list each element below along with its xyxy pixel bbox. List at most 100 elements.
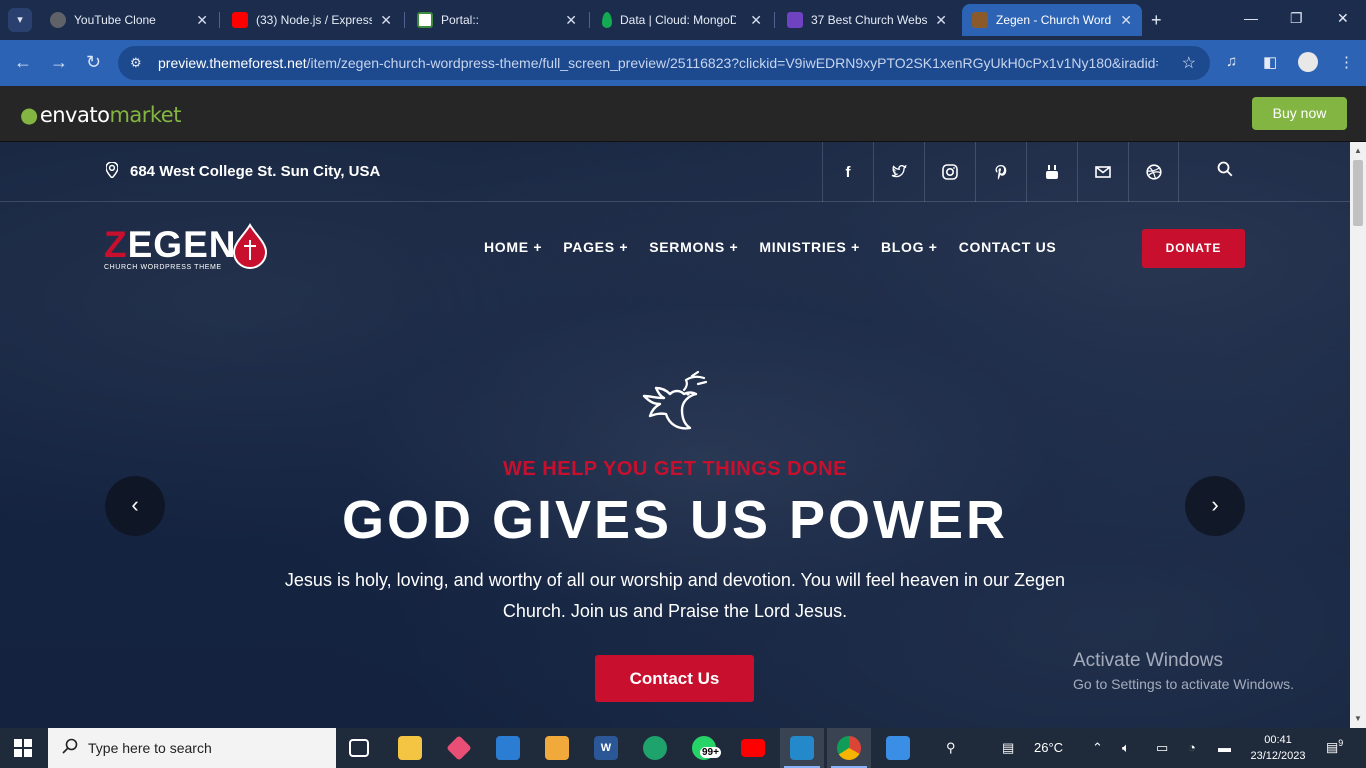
chevron-up-icon[interactable]: ⌃ [1092,740,1103,756]
youtube-icon[interactable] [1026,142,1077,202]
main-nav: HOME + PAGES + SERMONS + MINISTRIES + BL… [484,239,1077,255]
donate-button[interactable]: DONATE [1142,229,1245,268]
church-address: 684 West College St. Sun City, USA [105,161,380,181]
taskbar-clock[interactable]: 00:41 23/12/2023 [1248,732,1308,764]
tab-church-websites[interactable]: 37 Best Church Webs ✕ [777,4,957,36]
slider-prev-button[interactable]: ‹ [105,476,165,536]
tab-title: Zegen - Church Word [996,13,1112,27]
envato-logo[interactable]: ●envatomarket [20,103,181,127]
address-bar[interactable]: ⚙ preview.themeforest.net/item/zegen-chu… [118,46,1210,80]
dribbble-icon[interactable] [1128,142,1179,202]
nav-pages[interactable]: PAGES + [563,239,628,255]
scroll-up-icon[interactable]: ▲ [1354,146,1362,155]
forward-button[interactable]: → [50,52,68,73]
search-icon[interactable] [1217,161,1233,182]
mongodb-leaf-icon [602,12,612,28]
chrome-icon[interactable] [837,736,861,760]
twitter-icon[interactable] [873,142,924,202]
new-tab-button[interactable]: + [1151,10,1162,31]
close-tab-icon[interactable]: ✕ [380,12,392,29]
tab-title: (33) Node.js / Express [256,13,372,27]
tab-zegen[interactable]: Zegen - Church Word ✕ [962,4,1142,36]
envato-favicon-icon [972,12,988,28]
tab-separator [589,12,590,28]
page-scrollbar[interactable]: ▲ ▼ [1350,142,1366,728]
globe-icon [50,12,66,28]
speaker-icon[interactable]: 🔈︎ [1122,740,1130,756]
tab-youtube-clone[interactable]: YouTube Clone ✕ [40,4,218,36]
git-icon[interactable] [446,735,472,761]
photos-icon[interactable] [886,736,910,760]
tab-search-button[interactable]: ▾ [8,8,32,32]
windows-start-icon[interactable] [14,739,32,757]
notification-count: 9 [1338,738,1344,748]
envato-leaf-icon: ● [20,103,38,127]
envato-market-bar: ●envatomarket Buy now [0,86,1366,142]
site-info-icon[interactable]: ⚙ [130,55,148,71]
close-tab-icon[interactable]: ✕ [565,12,577,29]
profile-avatar[interactable] [1298,52,1318,72]
vscode-icon[interactable] [790,736,814,760]
close-tab-icon[interactable]: ✕ [750,12,762,29]
nav-home[interactable]: HOME + [484,239,542,255]
file-explorer-icon[interactable] [398,736,422,760]
slider-next-button[interactable]: › [1185,476,1245,536]
weather-temp[interactable]: 26°C [1034,740,1063,755]
pinterest-icon[interactable] [975,142,1026,202]
taskbar-search[interactable]: Type here to search [48,728,336,768]
side-panel-icon[interactable]: ◧ [1263,53,1277,71]
facebook-icon[interactable]: f [822,142,873,202]
restore-button[interactable]: ❐ [1290,10,1303,27]
close-tab-icon[interactable]: ✕ [1120,12,1132,29]
word-icon[interactable]: W [594,736,618,760]
colorlib-favicon-icon [787,12,803,28]
media-control-icon[interactable]: ♫ [1226,53,1237,70]
close-tab-icon[interactable]: ✕ [196,12,208,29]
tab-portal[interactable]: Portal:: ✕ [407,4,587,36]
weather-icon[interactable]: ▤ [1002,740,1014,756]
reload-button[interactable]: ↻ [86,52,101,73]
network-icon[interactable]: ▬ [1218,740,1231,755]
scroll-thumb[interactable] [1353,160,1363,226]
wifi-icon[interactable]: ◔ [1188,740,1196,755]
bookmark-star-icon[interactable]: ☆ [1182,53,1196,73]
edge-icon[interactable] [643,736,667,760]
menu-kebab-icon[interactable]: ⋮ [1339,53,1354,71]
tab-separator [404,12,405,28]
nav-ministries[interactable]: MINISTRIES + [759,239,860,255]
minimize-button[interactable]: — [1244,10,1258,26]
youtube-app-icon[interactable] [741,739,765,757]
taskbar-search-placeholder: Type here to search [88,740,212,756]
browser-tab-strip: ▾ YouTube Clone ✕ (33) Node.js / Express… [0,0,1366,40]
instagram-icon[interactable] [924,142,975,202]
mail-app-icon[interactable] [496,736,520,760]
tab-mongodb[interactable]: Data | Cloud: MongoDB ✕ [592,4,772,36]
microsoft-store-icon[interactable] [545,736,569,760]
zegen-logo[interactable]: ZEGEN CHURCH WORDPRESS THEME [104,223,268,271]
cross-drop-icon [232,223,268,269]
tab-title: 37 Best Church Webs [811,13,927,27]
site-topbar: 684 West College St. Sun City, USA f [0,142,1350,202]
buy-now-button[interactable]: Buy now [1252,97,1347,130]
scroll-down-icon[interactable]: ▼ [1354,714,1362,723]
dove-icon [642,370,708,430]
logo-wordmark: ZEGEN [104,224,237,265]
back-button[interactable]: ← [14,52,32,73]
close-tab-icon[interactable]: ✕ [935,12,947,29]
task-view-icon[interactable] [349,739,369,757]
contact-us-button[interactable]: Contact Us [595,655,754,702]
nav-contact-us[interactable]: CONTACT US [959,239,1057,255]
activate-windows-watermark: Activate Windows Go to Settings to activ… [1073,650,1294,692]
battery-icon[interactable]: ▭ [1156,740,1168,756]
hero-slider: 684 West College St. Sun City, USA f ZEG… [0,142,1350,728]
windows-taskbar: Type here to search W 99+ ⚲ ▤ 26°C ⌃ 🔈︎ … [0,728,1366,768]
nav-sermons[interactable]: SERMONS + [649,239,738,255]
people-icon[interactable]: ⚲ [946,740,956,756]
notification-center-icon[interactable]: ▤9 [1326,738,1343,755]
close-window-button[interactable]: ✕ [1337,10,1349,27]
hero-description: Jesus is holy, loving, and worthy of all… [284,570,1066,621]
nav-blog[interactable]: BLOG + [881,239,938,255]
tab-title: YouTube Clone [74,13,156,27]
tab-nodejs-express[interactable]: (33) Node.js / Express ✕ [222,4,402,36]
mail-icon[interactable] [1077,142,1128,202]
